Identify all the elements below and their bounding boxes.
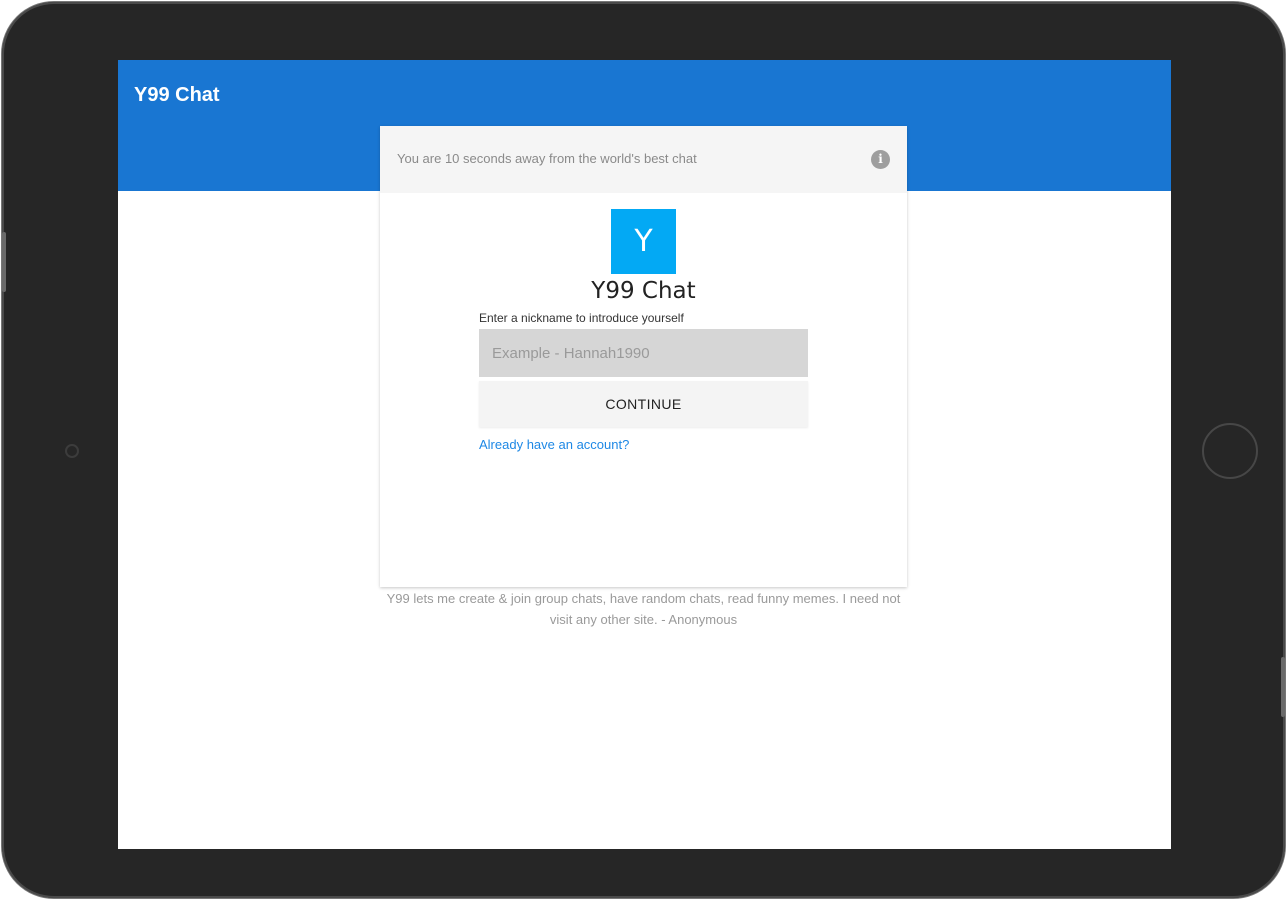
camera-icon bbox=[65, 444, 79, 458]
tablet-frame: Y99 Chat You are 10 seconds away from th… bbox=[2, 2, 1285, 898]
card-header-text: You are 10 seconds away from the world's… bbox=[397, 151, 697, 166]
device-screen: Y99 Chat You are 10 seconds away from th… bbox=[118, 60, 1171, 849]
nickname-label: Enter a nickname to introduce yourself bbox=[479, 311, 684, 325]
volume-button bbox=[2, 232, 6, 292]
info-icon[interactable]: i bbox=[871, 150, 890, 169]
app-title: Y99 Chat bbox=[134, 84, 220, 106]
brand-logo: Y bbox=[611, 209, 676, 274]
home-button[interactable] bbox=[1202, 423, 1258, 479]
already-have-account-link[interactable]: Already have an account? bbox=[479, 437, 629, 452]
continue-button[interactable]: CONTINUE bbox=[479, 381, 808, 427]
nickname-input[interactable] bbox=[479, 329, 808, 377]
signup-card: You are 10 seconds away from the world's… bbox=[380, 126, 907, 587]
brand-name: Y99 Chat bbox=[591, 278, 696, 304]
card-header: You are 10 seconds away from the world's… bbox=[380, 126, 907, 193]
power-button bbox=[1281, 657, 1285, 717]
testimonial-text: Y99 lets me create & join group chats, h… bbox=[386, 591, 901, 627]
